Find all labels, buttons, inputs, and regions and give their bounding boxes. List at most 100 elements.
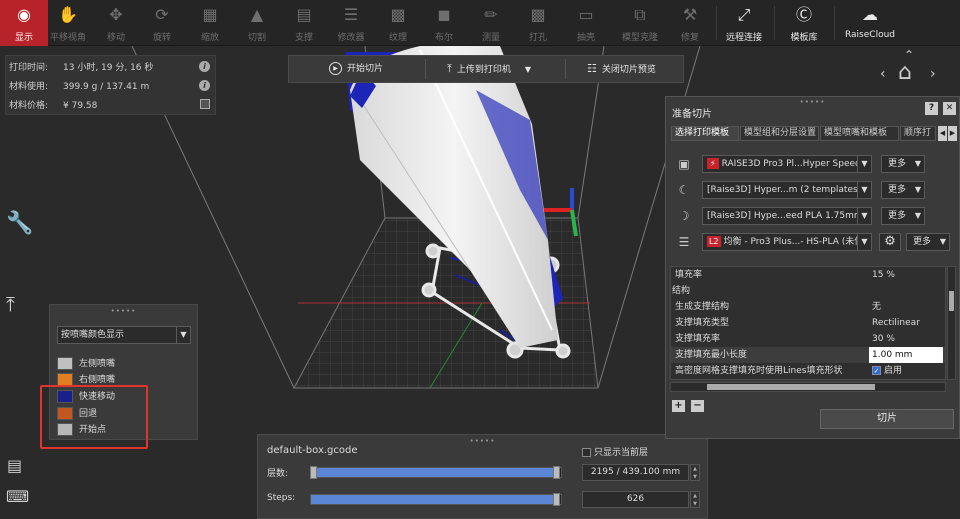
close-icon[interactable]: ✕ [943, 102, 956, 115]
hand-icon: ✋ [58, 5, 78, 24]
remove-setting-button[interactable]: − [691, 400, 704, 412]
toolbar-repair-button[interactable]: ⚒ 修复 [666, 0, 714, 46]
upload-icon: ⤒ [447, 62, 452, 75]
template-more-button[interactable]: 更多 ▼ [906, 233, 950, 251]
gear-icon[interactable]: ⚙ [879, 233, 901, 251]
slice-button[interactable]: 切片 [820, 409, 954, 429]
chevron-down-icon: ▼ [857, 234, 871, 250]
chevron-down-icon: ▼ [176, 327, 190, 343]
save-icon[interactable] [200, 99, 210, 109]
close-slice-preview-button[interactable]: ☷ 关闭切片预览 [587, 56, 656, 82]
setting-row[interactable]: 高密度网格支撑填充时使用Lines填充形状 ✓ 启用 [671, 363, 945, 379]
material-usage-row: 材料使用: 399.9 g / 137.41 m [9, 82, 150, 92]
steps-slider[interactable] [310, 493, 562, 506]
print-info-panel: 打印时间: 13 小时, 19 分, 16 秒 i 材料使用: 399.9 g / … [5, 55, 216, 115]
setting-row[interactable]: 支撑填充类型 Rectilinear [671, 315, 945, 331]
printer-more-button[interactable]: 更多 ▼ [881, 155, 925, 173]
tab-print-order[interactable]: 顺序打 [900, 126, 936, 141]
keyboard-icon[interactable]: ⌨ [6, 487, 29, 506]
color-mode-select[interactable]: 按喷嘴颜色显示 ▼ [57, 326, 191, 344]
setting-row[interactable]: 支撑填充率 30 % [671, 331, 945, 347]
toolbar-hole-button[interactable]: ▩ 打孔 [514, 0, 562, 46]
settings-horizontal-scrollbar[interactable] [670, 382, 946, 392]
info-icon[interactable]: i [199, 80, 210, 91]
only-current-layer-checkbox[interactable]: 只显示当前层 [582, 445, 648, 458]
add-setting-button[interactable]: + [672, 400, 685, 412]
layer-slider-max-thumb[interactable] [553, 466, 560, 479]
tab-model-group-layers[interactable]: 模型组和分层设置 [740, 126, 819, 141]
raise3d-logo-icon: ⚡ [707, 158, 719, 169]
clone-icon: ⧉ [634, 5, 646, 24]
layer-preview-panel: ••••• default-box.gcode 只显示当前层 层数: 2195 … [257, 434, 708, 519]
play-icon: ▶ [329, 62, 342, 75]
checkbox-box[interactable] [582, 448, 591, 457]
rotate-icon: ⟳ [155, 5, 169, 24]
right-filament-more-button[interactable]: 更多 ▼ [881, 207, 925, 225]
chevron-down-icon: ▼ [857, 208, 871, 224]
main-toolbar: ◉ 显示 ✋ 平移视角 ✥ 移动 ⟳ 旋转 ▦ 缩放 ▲ 切割 ▤ 支撑 ☰ 修改器 ▩ 纹理 ◼… [0, 0, 960, 46]
chevron-down-icon: ▼ [914, 159, 921, 168]
slice-template-select[interactable]: L2 均衡 - Pro3 Plus...- HS-PLA (未保 ▼ [702, 233, 872, 251]
print-time-row: 打印时间: 13 小时, 19 分, 16 秒 [9, 63, 154, 73]
tab-scroll-left-icon[interactable]: ◀ [938, 126, 947, 141]
cloud-icon: ☁ [862, 5, 878, 24]
toolbar-clone-button[interactable]: ⧉ 模型克隆 [616, 0, 664, 46]
setting-group-row[interactable]: 结构 [671, 283, 945, 299]
tab-scroll-right-icon[interactable]: ▶ [948, 126, 957, 141]
upload-to-printer-button[interactable]: ⤒ 上传到打印机 ▼ [447, 56, 531, 82]
view-navigation: ⌃ ‹ ⌂ › [880, 48, 942, 94]
layer-value-field[interactable]: 2195 / 439.100 mm [582, 464, 689, 481]
steps-stepper[interactable]: ▲ ▼ [690, 491, 700, 508]
layer-stepper[interactable]: ▲ ▼ [690, 464, 700, 481]
tab-model-nozzle-template[interactable]: 模型喷嘴和模板 [820, 126, 899, 141]
panel-grip[interactable]: ••••• [258, 437, 707, 445]
right-filament-select[interactable]: [Raise3D] Hype...eed PLA 1.75mm ▼ [702, 207, 872, 225]
chevron-down-icon: ▼ [914, 211, 921, 220]
steps-value-field[interactable]: 626 [582, 491, 689, 508]
toolbar-template-button[interactable]: Ⓒ 模板库 [780, 0, 828, 46]
chevron-down-icon[interactable]: ▼ [525, 65, 531, 74]
setting-row-selected[interactable]: 支撑填充最小长度 1.00 mm [671, 347, 945, 363]
steps-slider-thumb[interactable] [553, 493, 560, 506]
legend-item-left-nozzle: 左侧喷嘴 [57, 357, 115, 371]
printer-select[interactable]: ⚡ RAISE3D Pro3 Pl...Hyper Speed ▼ [702, 155, 872, 173]
highlight-annotation-box [40, 385, 148, 449]
setting-checkbox[interactable]: ✓ 启用 [869, 363, 943, 379]
left-filament-more-button[interactable]: 更多 ▼ [881, 181, 925, 199]
toolbar-raisecloud-button[interactable]: ☁ RaiseCloud [845, 0, 895, 46]
right-nozzle-icon: ☽ [678, 209, 690, 223]
chevron-down-icon: ▼ [939, 237, 946, 246]
scrollbar-thumb[interactable] [707, 384, 875, 390]
toolbar-shell-button[interactable]: ▭ 抽壳 [562, 0, 610, 46]
start-slice-button[interactable]: ▶ 开始切片 [329, 56, 383, 82]
setting-row[interactable]: 生成支撑结构无 [671, 299, 945, 315]
setting-row[interactable]: 填充率 15 % [671, 267, 945, 283]
app-window: ◉ 显示 ✋ 平移视角 ✥ 移动 ⟳ 旋转 ▦ 缩放 ▲ 切割 ▤ 支撑 ☰ 修改器 ▩ 纹理 ◼… [0, 0, 960, 519]
left-filament-select[interactable]: [Raise3D] Hyper...m (2 templates) ▼ [702, 181, 872, 199]
chevron-down-icon: ▼ [857, 182, 871, 198]
scrollbar-thumb[interactable] [949, 291, 954, 311]
export-icon[interactable]: ⤒ [6, 292, 15, 316]
settings-vertical-scrollbar[interactable] [947, 266, 956, 380]
home-icon[interactable]: ⌂ [898, 62, 912, 84]
cut-icon: ▲ [250, 5, 264, 24]
panel-grip[interactable]: ••••• [50, 307, 197, 315]
setting-value-input[interactable]: 1.00 mm [869, 347, 943, 363]
chevron-left-icon[interactable]: ‹ [880, 66, 886, 82]
info-icon[interactable]: i [199, 61, 210, 72]
layer-slider-min-thumb[interactable] [310, 466, 317, 479]
toolbar-rotate-button[interactable]: ⟳ 旋转 [138, 0, 186, 46]
repair-icon: ⚒ [682, 5, 698, 24]
toolbar-remote-button[interactable]: ⤢ 远程连接 [720, 0, 768, 46]
tab-select-template[interactable]: 选择打印模板 [671, 126, 739, 141]
slice-toolbar: ▶ 开始切片 ⤒ 上传到打印机 ▼ ☷ 关闭切片预览 [288, 55, 684, 83]
layer-slider[interactable] [310, 466, 562, 479]
checkmark-icon[interactable]: ✓ [872, 366, 881, 375]
measure-icon: ✏ [484, 5, 498, 24]
toolbar-pan-button[interactable]: ✋ 平移视角 [44, 0, 92, 46]
color-swatch [57, 357, 73, 370]
help-icon[interactable]: ? [925, 102, 938, 115]
chevron-right-icon[interactable]: › [930, 66, 936, 82]
gcode-list-icon[interactable]: ▤ [7, 456, 22, 475]
wrench-icon[interactable]: 🔧 [6, 211, 33, 236]
